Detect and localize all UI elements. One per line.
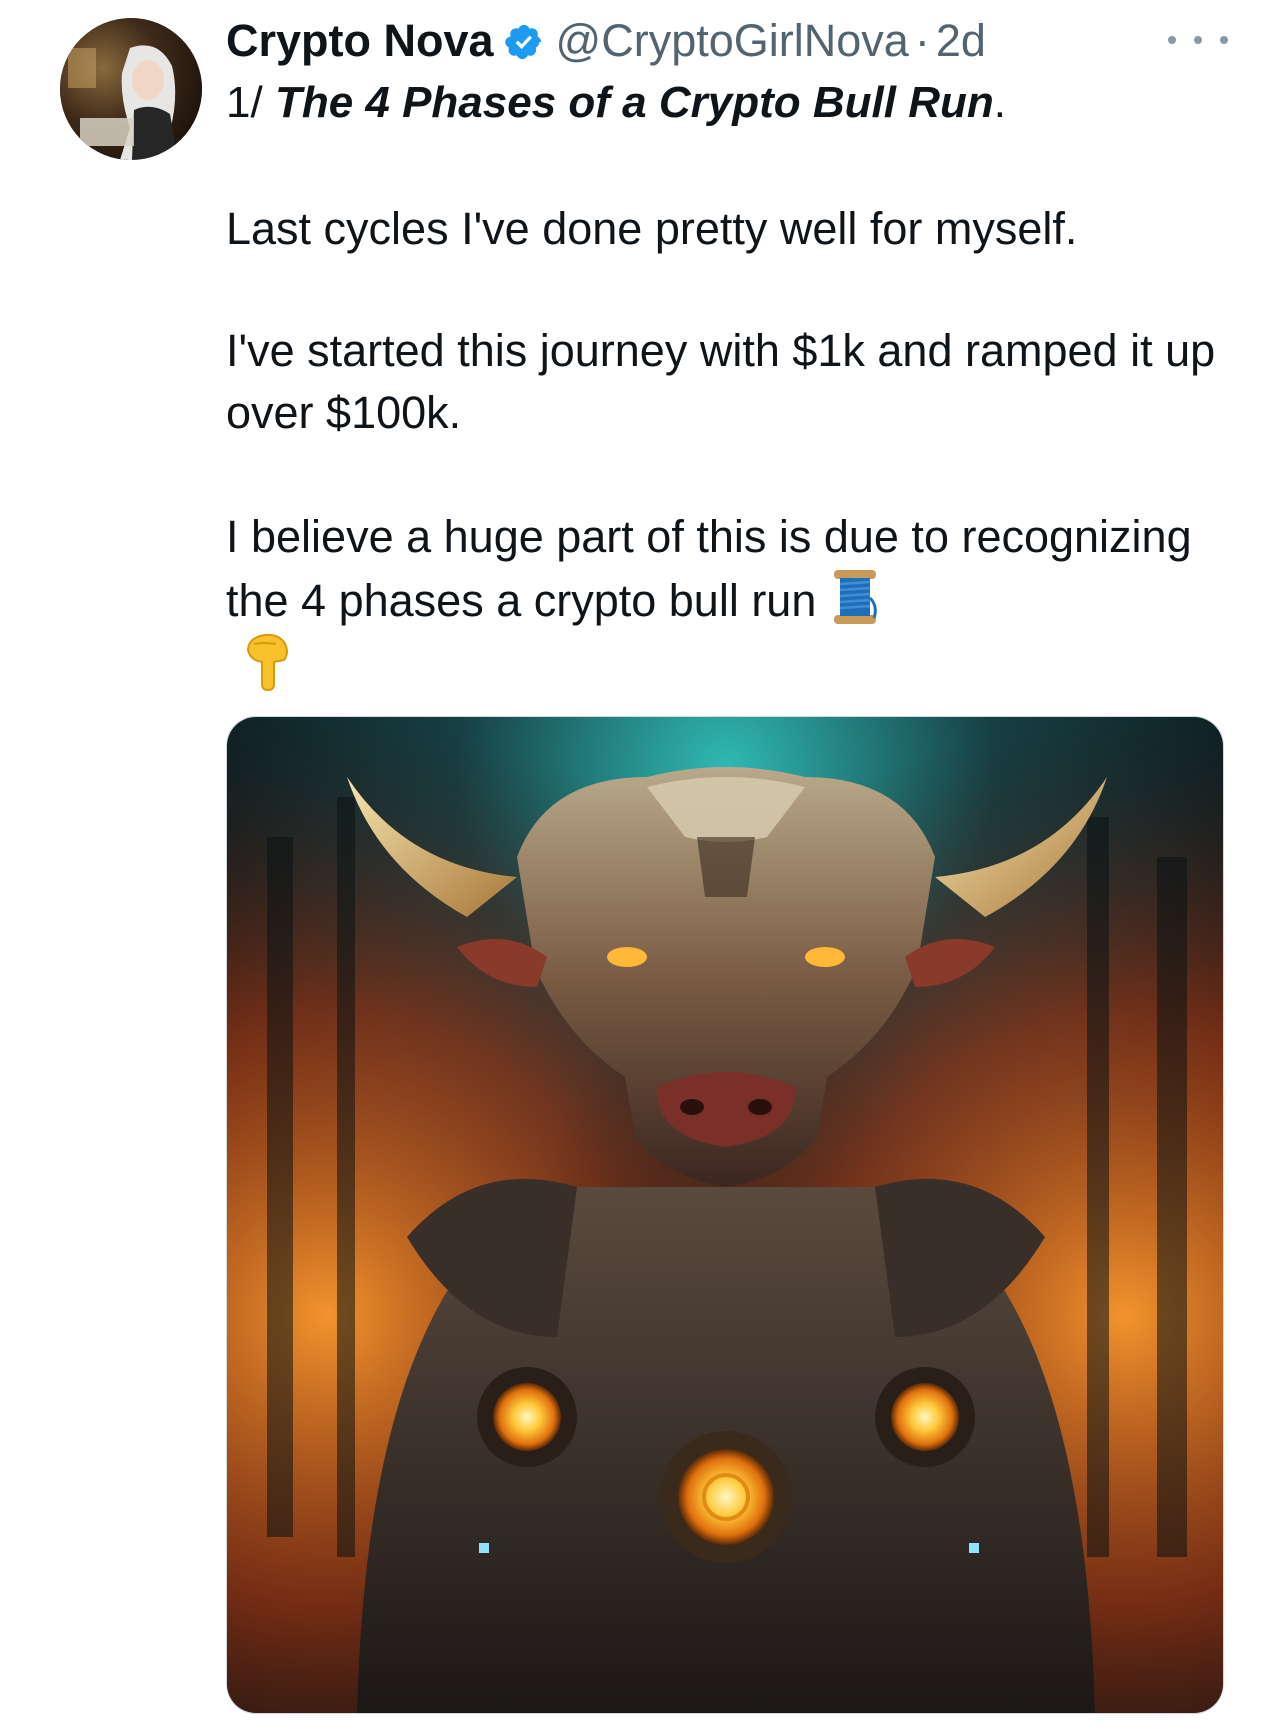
- backhand-index-pointing-down-emoji: [240, 630, 296, 692]
- display-name[interactable]: Crypto Nova: [226, 15, 494, 67]
- tweet-media-image[interactable]: [226, 716, 1224, 1714]
- thread-prefix: 1/: [226, 78, 263, 127]
- spool-of-thread-emoji: [830, 568, 880, 626]
- tweet-paragraph: Last cycles I've done pretty well for my…: [226, 203, 1078, 254]
- thread-title-line: 1/ The 4 Phases of a Crypto Bull Run.: [226, 78, 1006, 128]
- tweet-header: Crypto Nova @CryptoGirlNova · 2d: [226, 12, 986, 70]
- tweet: Crypto Nova @CryptoGirlNova · 2d 1/ The …: [0, 0, 1284, 1727]
- thread-title: The 4 Phases of a Crypto Bull Run: [274, 78, 994, 127]
- bull-illustration: [227, 717, 1223, 1713]
- dot: [1168, 36, 1176, 44]
- tweet-paragraph-last: I believe a huge part of this is due to …: [226, 506, 1236, 632]
- thread-title-end: .: [993, 78, 1006, 127]
- separator: ·: [914, 15, 930, 66]
- tweet-paragraph: I've started this journey with $1k and r…: [226, 325, 1216, 438]
- verified-badge-icon: [504, 21, 544, 61]
- dot: [1220, 36, 1228, 44]
- avatar[interactable]: [60, 18, 202, 160]
- more-options-icon[interactable]: [1168, 22, 1228, 58]
- timestamp[interactable]: 2d: [936, 15, 986, 67]
- handle[interactable]: @CryptoGirlNova: [556, 15, 909, 67]
- avatar-image: [60, 18, 202, 160]
- dot: [1194, 36, 1202, 44]
- tweet-paragraph: I believe a huge part of this is due to …: [226, 511, 1192, 626]
